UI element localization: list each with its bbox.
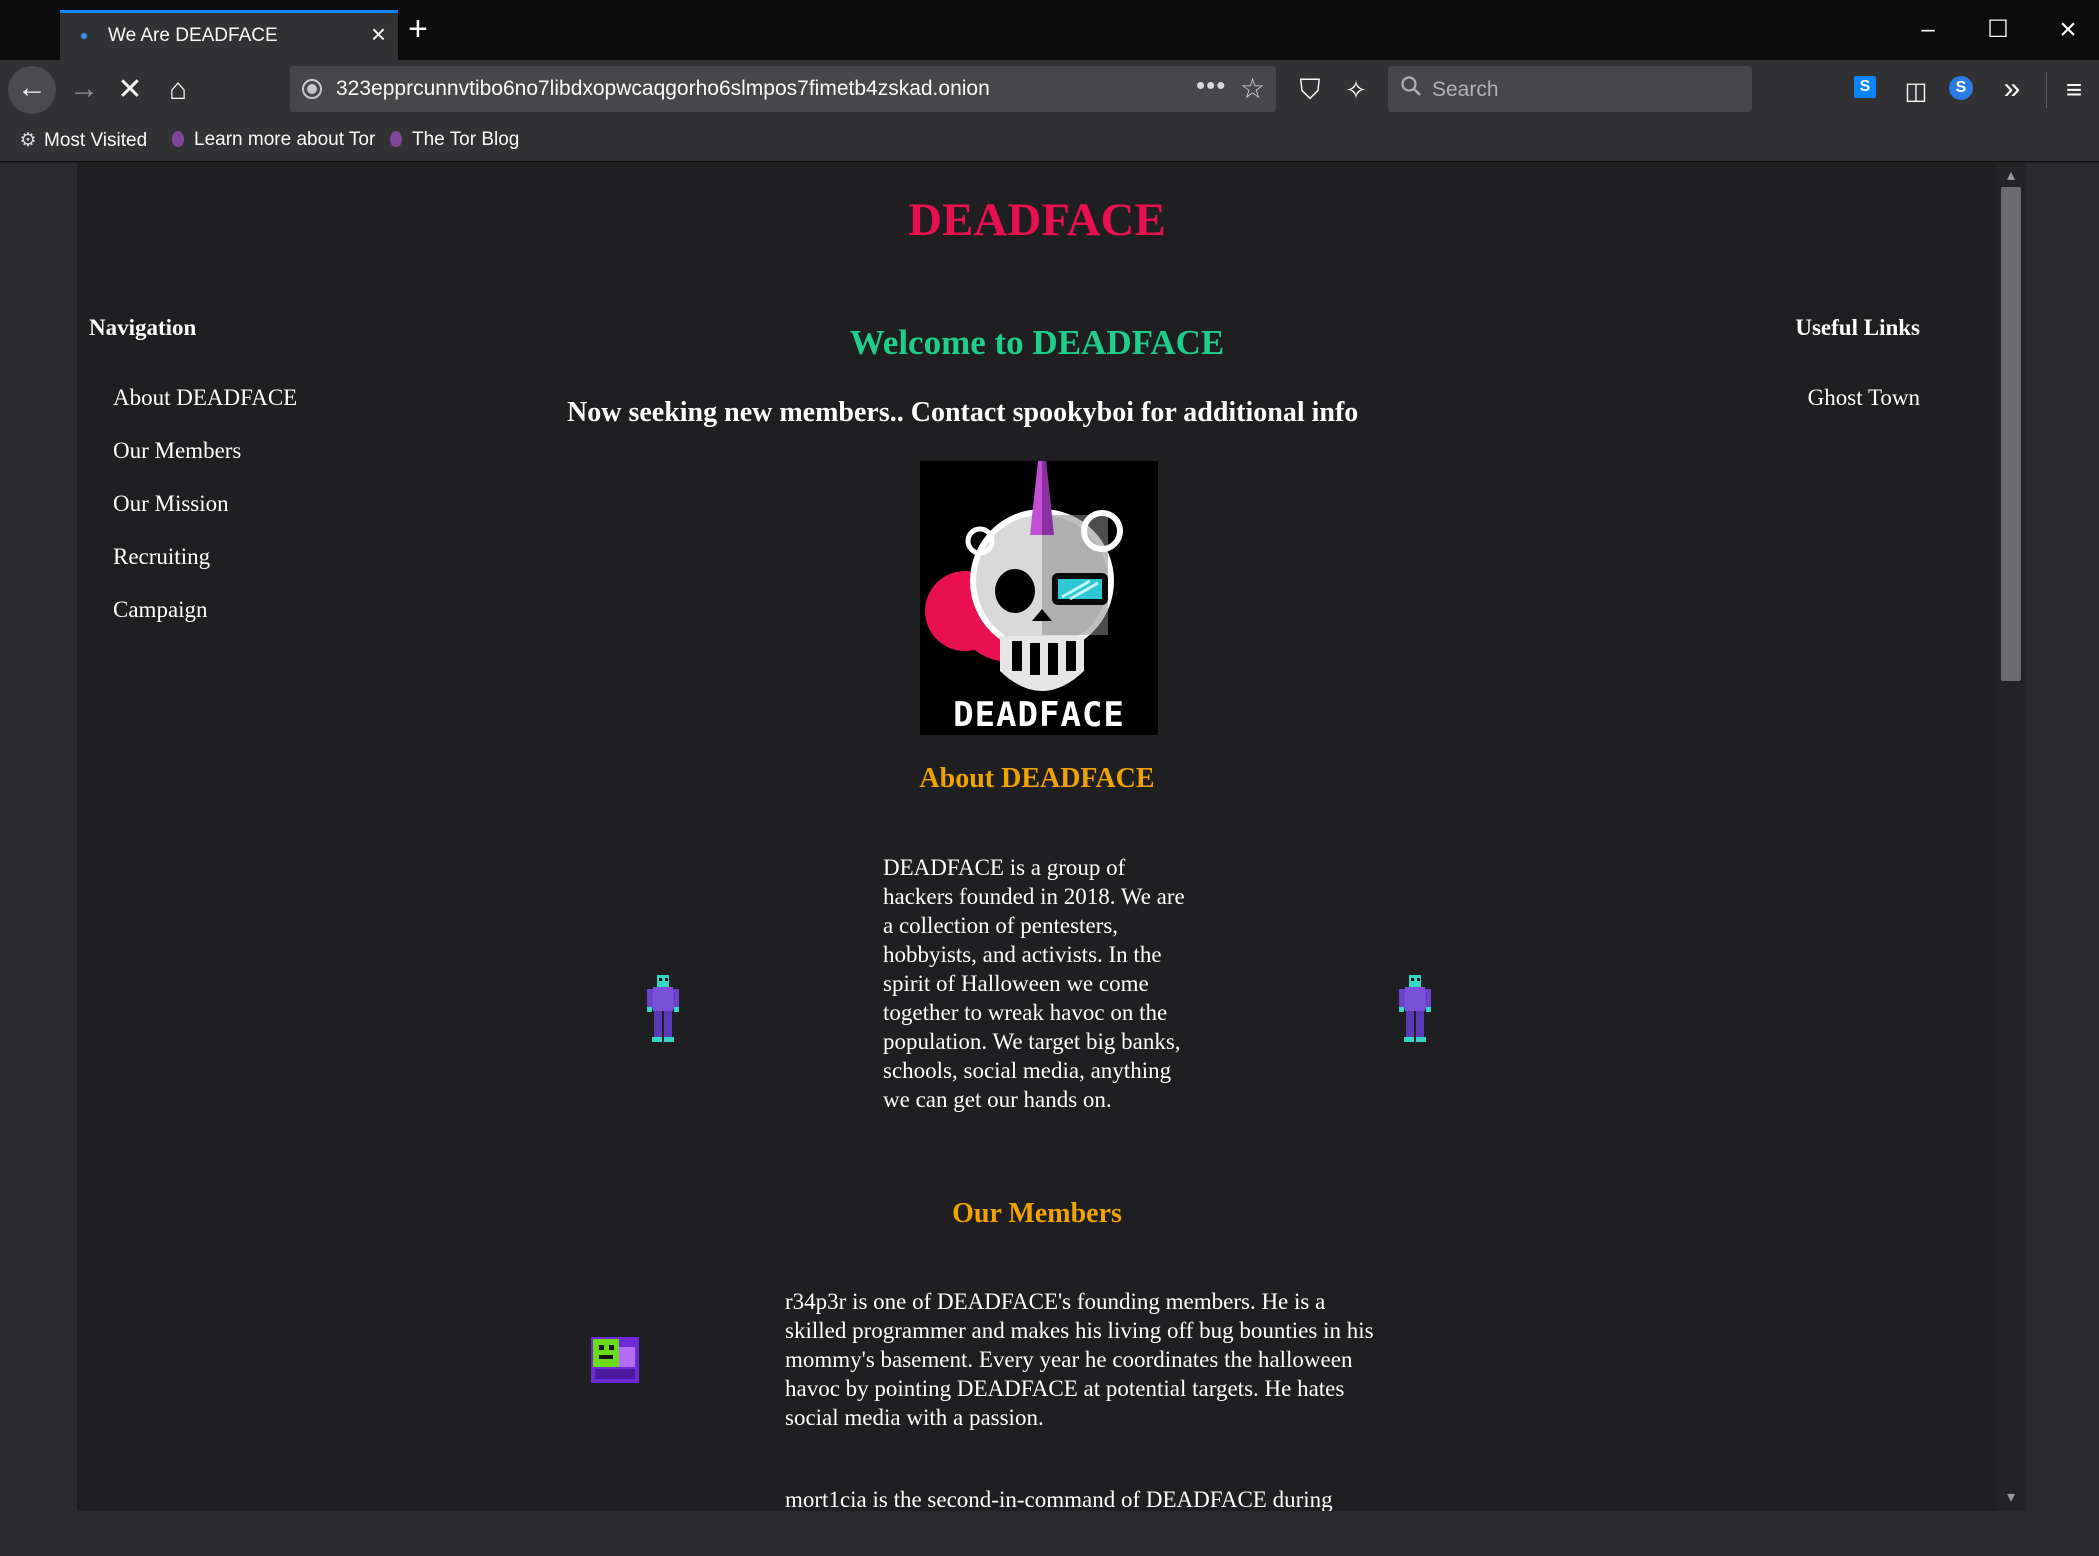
member-r34p3r-bio: r34p3r is one of DEADFACE's founding mem… (785, 1289, 1374, 1430)
page-actions-icon[interactable]: ••• (1196, 70, 1226, 101)
tab-active[interactable]: We Are DEADFACE × (60, 10, 398, 60)
skull-logo-icon (920, 461, 1158, 735)
onion-icon (172, 131, 184, 147)
gear-icon: ⚙ (19, 130, 37, 151)
nav-link-mission[interactable]: Our Mission (113, 491, 297, 544)
navigation-list: About DEADFACE Our Members Our Mission R… (113, 385, 297, 650)
useful-link-ghost-town[interactable]: Ghost Town (1808, 385, 1920, 411)
close-tab-icon[interactable]: × (371, 21, 386, 47)
shield-icon[interactable]: ⛉ (1290, 70, 1330, 110)
nav-link-recruiting[interactable]: Recruiting (113, 544, 297, 597)
about-paragraph: DEADFACE is a group of hackers founded i… (883, 855, 1185, 1112)
nav-link-about[interactable]: About DEADFACE (113, 385, 297, 438)
navigation-toolbar: ← → ✕ ⌂ 323epprcunnvtibo6no7libdxopwcaqg… (0, 60, 2099, 122)
back-arrow-icon[interactable]: ← (8, 66, 56, 114)
bookmark-label: Most Visited (44, 130, 148, 151)
about-heading: About DEADFACE (919, 763, 1155, 794)
welcome-heading: Welcome to DEADFACE (849, 323, 1225, 362)
logo-text: DEADFACE (953, 695, 1125, 735)
scroll-down-arrow-icon[interactable]: ▾ (1996, 1487, 2026, 1507)
member-mort1cia-bio: mort1cia is the second-in-command of DEA… (785, 1487, 1333, 1511)
new-tab-plus-icon[interactable]: + (408, 12, 428, 46)
zombie-sprite-icon (647, 975, 679, 1042)
window-gutter-left (0, 163, 76, 1511)
members-heading: Our Members (952, 1198, 1122, 1229)
bookmark-tor-blog[interactable]: The Tor Blog (386, 129, 519, 151)
new-identity-icon[interactable]: ✧ (1336, 70, 1376, 110)
recruiting-notice: Now seeking new members.. Contact spooky… (567, 397, 1359, 428)
bookmark-label: Learn more about Tor (194, 129, 376, 150)
scroll-up-arrow-icon[interactable]: ▴ (1996, 165, 2026, 185)
bookmark-star-icon[interactable]: ☆ (1240, 72, 1265, 105)
toolbar-separator (2046, 72, 2047, 108)
forward-arrow-icon[interactable]: → (64, 72, 104, 112)
bookmarks-toolbar: ⚙ Most Visited Learn more about Tor The T… (0, 122, 2099, 162)
hamburger-menu-icon[interactable]: ≡ (2052, 70, 2096, 110)
loading-dot-icon (81, 33, 87, 39)
scrollbar-thumb[interactable] (2001, 187, 2021, 681)
url-bar[interactable]: 323epprcunnvtibo6no7libdxopwcaqgorho6slm… (290, 66, 1276, 112)
tab-bar: We Are DEADFACE × + – ☐ × (0, 0, 2099, 60)
extension-s-icon[interactable]: S (1854, 76, 1876, 98)
member-avatar-icon (591, 1337, 639, 1383)
bookmark-label: The Tor Blog (412, 129, 520, 150)
tab-title: We Are DEADFACE (108, 25, 278, 46)
web-page: DEADFACE Navigation About DEADFACE Our M… (76, 163, 1996, 1511)
close-window-icon[interactable]: × (2040, 10, 2096, 50)
onion-icon (390, 131, 402, 147)
overflow-chevrons-icon[interactable]: » (1992, 70, 2032, 110)
page-scrollbar[interactable]: ▴ ▾ (1996, 163, 2026, 1511)
nav-link-campaign[interactable]: Campaign (113, 597, 297, 650)
bookmark-learn-tor[interactable]: Learn more about Tor (168, 129, 375, 151)
window-gutter-bottom (0, 1511, 2099, 1556)
search-icon (1401, 76, 1421, 96)
sync-icon[interactable]: S (1949, 76, 1973, 100)
sidebar-icon[interactable]: ◫ (1896, 72, 1936, 112)
url-text[interactable]: 323epprcunnvtibo6no7libdxopwcaqgorho6slm… (336, 77, 990, 101)
search-bar[interactable]: Search (1388, 66, 1752, 112)
site-title: DEADFACE (908, 194, 1166, 246)
home-icon[interactable]: ⌂ (158, 70, 198, 110)
deadface-logo: DEADFACE (920, 461, 1158, 735)
nav-link-members[interactable]: Our Members (113, 438, 297, 491)
site-info-icon[interactable] (302, 79, 322, 99)
zombie-sprite-icon (1399, 975, 1431, 1042)
bookmark-most-visited[interactable]: ⚙ Most Visited (18, 129, 147, 152)
search-input[interactable]: Search (1432, 78, 1499, 102)
window-gutter-right (2026, 163, 2099, 1511)
maximize-window-icon[interactable]: ☐ (1970, 10, 2026, 50)
minimize-window-icon[interactable]: – (1900, 10, 1956, 50)
stop-loading-icon[interactable]: ✕ (110, 70, 150, 110)
